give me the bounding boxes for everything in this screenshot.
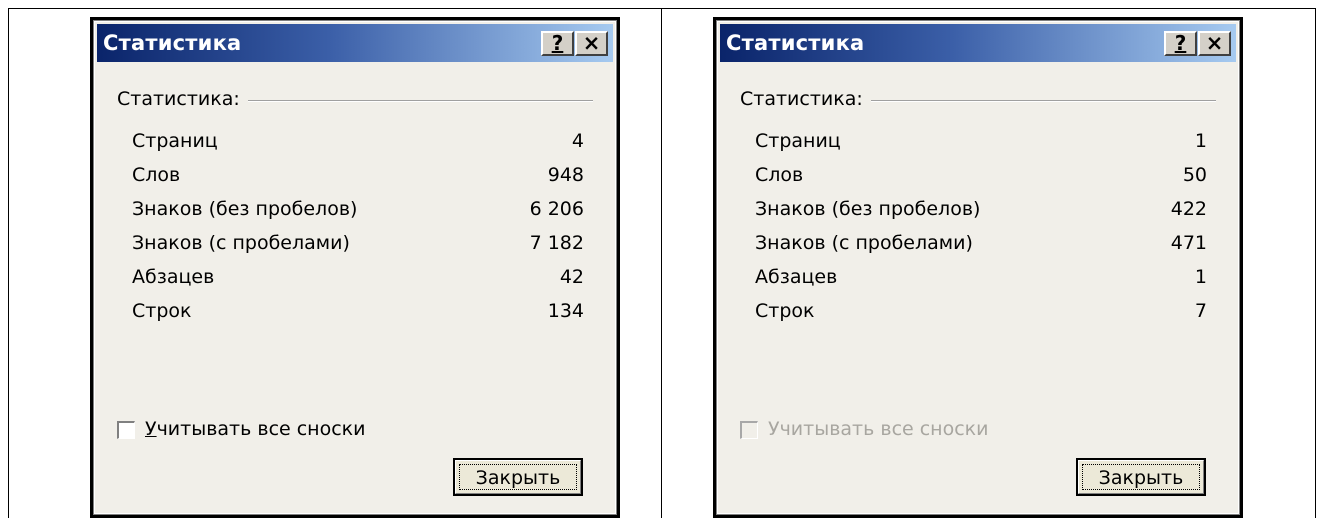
close-button-label: Закрыть	[459, 464, 577, 490]
stat-value: 1	[1194, 266, 1207, 288]
stat-row-words: Слов 948	[132, 164, 584, 198]
stat-label: Знаков (без пробелов)	[132, 198, 358, 220]
dialog-title: Статистика	[726, 31, 865, 55]
column-divider	[661, 8, 662, 518]
dialog-body: Статистика ? × Статистика: Страниц 1 Слов…	[716, 20, 1240, 515]
dialog-body: Статистика ? × Статистика: Страниц 4 Слов…	[93, 20, 617, 515]
stat-row-chars-no-spaces: Знаков (без пробелов) 422	[755, 198, 1207, 232]
stat-value: 7 182	[529, 232, 584, 254]
help-icon: ?	[551, 31, 564, 55]
stat-row-words: Слов 50	[755, 164, 1207, 198]
include-footnotes-label[interactable]: Учитывать все сноски	[145, 418, 366, 440]
group-label: Статистика:	[117, 88, 248, 110]
stat-label: Знаков (с пробелами)	[132, 232, 350, 254]
statistics-dialog-1: Статистика ? × Статистика: Страниц 4 Слов…	[90, 17, 620, 518]
close-window-button[interactable]: ×	[575, 31, 608, 56]
close-window-button[interactable]: ×	[1198, 31, 1231, 56]
stat-label: Абзацев	[132, 266, 215, 288]
stat-row-paragraphs: Абзацев 1	[755, 266, 1207, 300]
stat-label: Страниц	[132, 130, 218, 152]
stats-list: Страниц 4 Слов 948 Знаков (без пробелов) 6 …	[132, 130, 584, 334]
stat-row-paragraphs: Абзацев 42	[132, 266, 584, 300]
stat-row-chars-with-spaces: Знаков (с пробелами) 7 182	[132, 232, 584, 266]
include-footnotes-checkbox	[740, 421, 758, 439]
stat-label: Строк	[755, 300, 815, 322]
title-bar: Статистика ? ×	[97, 24, 613, 62]
stat-value: 471	[1170, 232, 1207, 254]
stat-label: Знаков (с пробелами)	[755, 232, 973, 254]
stat-label: Страниц	[755, 130, 841, 152]
stat-label: Знаков (без пробелов)	[755, 198, 981, 220]
stat-value: 6 206	[529, 198, 584, 220]
stat-row-pages: Страниц 1	[755, 130, 1207, 164]
group-label: Статистика:	[740, 88, 871, 110]
stat-label: Строк	[132, 300, 192, 322]
stat-label: Слов	[755, 164, 804, 186]
stat-value: 1	[1194, 130, 1207, 152]
include-footnotes-label: Учитывать все сноски	[768, 418, 989, 440]
stat-row-chars-no-spaces: Знаков (без пробелов) 6 206	[132, 198, 584, 232]
stat-value: 4	[571, 130, 584, 152]
dialog-title: Статистика	[103, 31, 242, 55]
stat-value: 134	[547, 300, 584, 322]
include-footnotes-checkbox[interactable]	[117, 421, 135, 439]
stat-value: 50	[1182, 164, 1207, 186]
close-button[interactable]: Закрыть	[1076, 458, 1206, 496]
stat-value: 7	[1194, 300, 1207, 322]
help-icon: ?	[1174, 31, 1187, 55]
close-icon: ×	[1205, 31, 1224, 55]
stat-row-chars-with-spaces: Знаков (с пробелами) 471	[755, 232, 1207, 266]
title-bar: Статистика ? ×	[720, 24, 1236, 62]
stat-row-lines: Строк 134	[132, 300, 584, 334]
stat-value: 422	[1170, 198, 1207, 220]
close-button-label: Закрыть	[1082, 464, 1200, 490]
stat-row-lines: Строк 7	[755, 300, 1207, 334]
stat-label: Абзацев	[755, 266, 838, 288]
statistics-dialog-2: Статистика ? × Статистика: Страниц 1 Слов…	[713, 17, 1243, 518]
stat-value: 948	[547, 164, 584, 186]
stats-list: Страниц 1 Слов 50 Знаков (без пробелов) 422…	[755, 130, 1207, 334]
help-button[interactable]: ?	[541, 31, 574, 56]
stat-label: Слов	[132, 164, 181, 186]
stat-value: 42	[559, 266, 584, 288]
help-button[interactable]: ?	[1164, 31, 1197, 56]
close-button[interactable]: Закрыть	[453, 458, 583, 496]
close-icon: ×	[582, 31, 601, 55]
stat-row-pages: Страниц 4	[132, 130, 584, 164]
